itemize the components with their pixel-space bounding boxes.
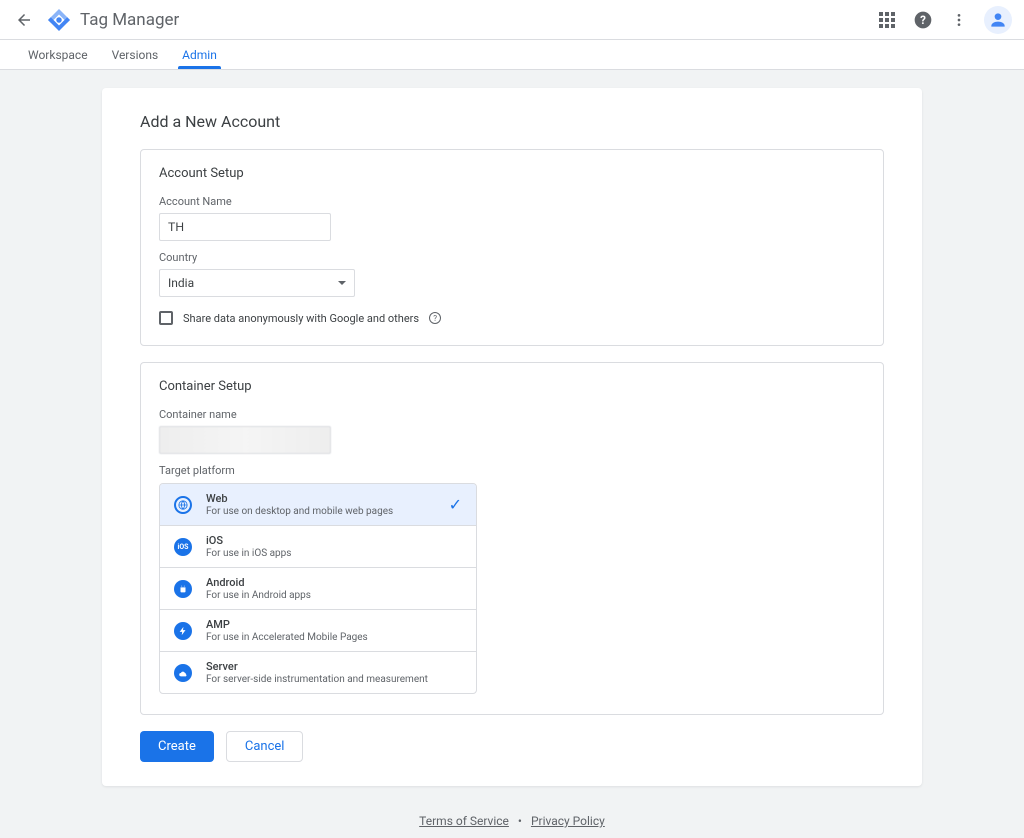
amp-icon xyxy=(174,622,192,640)
tos-link[interactable]: Terms of Service xyxy=(419,814,509,828)
account-card: Add a New Account Account Setup Account … xyxy=(102,88,922,786)
target-platform-label: Target platform xyxy=(159,464,865,477)
action-buttons: Create Cancel xyxy=(140,731,884,762)
tab-admin[interactable]: Admin xyxy=(170,40,229,69)
user-avatar[interactable] xyxy=(984,6,1012,34)
platform-name: AMP xyxy=(206,618,462,631)
main-content: Add a New Account Account Setup Account … xyxy=(0,70,1024,804)
country-select[interactable]: India xyxy=(159,269,355,297)
apps-icon[interactable] xyxy=(876,9,898,31)
app-header: Tag Manager ? xyxy=(0,0,1024,40)
container-setup-title: Container Setup xyxy=(159,379,865,394)
platform-option-ios[interactable]: iOS iOS For use in iOS apps xyxy=(160,526,476,568)
nav-tabs: Workspace Versions Admin xyxy=(0,40,1024,70)
share-data-label: Share data anonymously with Google and o… xyxy=(183,312,419,325)
country-value: India xyxy=(168,276,194,290)
cancel-button[interactable]: Cancel xyxy=(226,731,304,762)
tab-versions[interactable]: Versions xyxy=(100,40,171,69)
platform-desc: For use in Android apps xyxy=(206,590,462,601)
tag-manager-logo-icon xyxy=(48,9,70,31)
account-name-label: Account Name xyxy=(159,195,865,208)
platform-desc: For use on desktop and mobile web pages xyxy=(206,506,449,517)
share-data-checkbox[interactable] xyxy=(159,311,173,325)
footer: Terms of Service • Privacy Policy xyxy=(0,804,1024,838)
platform-name: Android xyxy=(206,576,462,589)
svg-text:?: ? xyxy=(920,13,926,27)
platform-list: Web For use on desktop and mobile web pa… xyxy=(159,483,477,694)
page-title: Add a New Account xyxy=(140,112,884,131)
header-actions: ? xyxy=(876,6,1012,34)
account-name-input[interactable] xyxy=(159,213,331,241)
platform-name: Web xyxy=(206,492,449,505)
country-label: Country xyxy=(159,251,865,264)
platform-option-server[interactable]: Server For server-side instrumentation a… xyxy=(160,652,476,693)
server-icon xyxy=(174,664,192,682)
help-icon[interactable]: ? xyxy=(912,9,934,31)
back-button[interactable] xyxy=(12,8,36,32)
platform-option-amp[interactable]: AMP For use in Accelerated Mobile Pages xyxy=(160,610,476,652)
check-icon: ✓ xyxy=(449,495,462,514)
platform-name: iOS xyxy=(206,534,462,547)
share-data-row: Share data anonymously with Google and o… xyxy=(159,311,865,325)
chevron-down-icon xyxy=(338,281,346,285)
platform-option-web[interactable]: Web For use on desktop and mobile web pa… xyxy=(160,484,476,526)
platform-desc: For use in Accelerated Mobile Pages xyxy=(206,632,462,643)
app-title: Tag Manager xyxy=(80,10,876,30)
more-icon[interactable] xyxy=(948,9,970,31)
platform-desc: For server-side instrumentation and meas… xyxy=(206,674,462,685)
android-icon xyxy=(174,580,192,598)
account-setup-section: Account Setup Account Name Country India… xyxy=(140,149,884,346)
container-name-label: Container name xyxy=(159,408,865,421)
container-name-input[interactable] xyxy=(159,426,331,454)
container-setup-section: Container Setup Container name Target pl… xyxy=(140,362,884,715)
tab-workspace[interactable]: Workspace xyxy=(16,40,100,69)
ios-icon: iOS xyxy=(174,538,192,556)
platform-name: Server xyxy=(206,660,462,673)
account-setup-title: Account Setup xyxy=(159,166,865,181)
platform-desc: For use in iOS apps xyxy=(206,548,462,559)
platform-option-android[interactable]: Android For use in Android apps xyxy=(160,568,476,610)
web-icon xyxy=(174,496,192,514)
privacy-link[interactable]: Privacy Policy xyxy=(531,814,605,828)
create-button[interactable]: Create xyxy=(140,731,214,762)
help-tooltip-icon[interactable]: ? xyxy=(429,312,441,324)
footer-separator: • xyxy=(518,814,522,828)
